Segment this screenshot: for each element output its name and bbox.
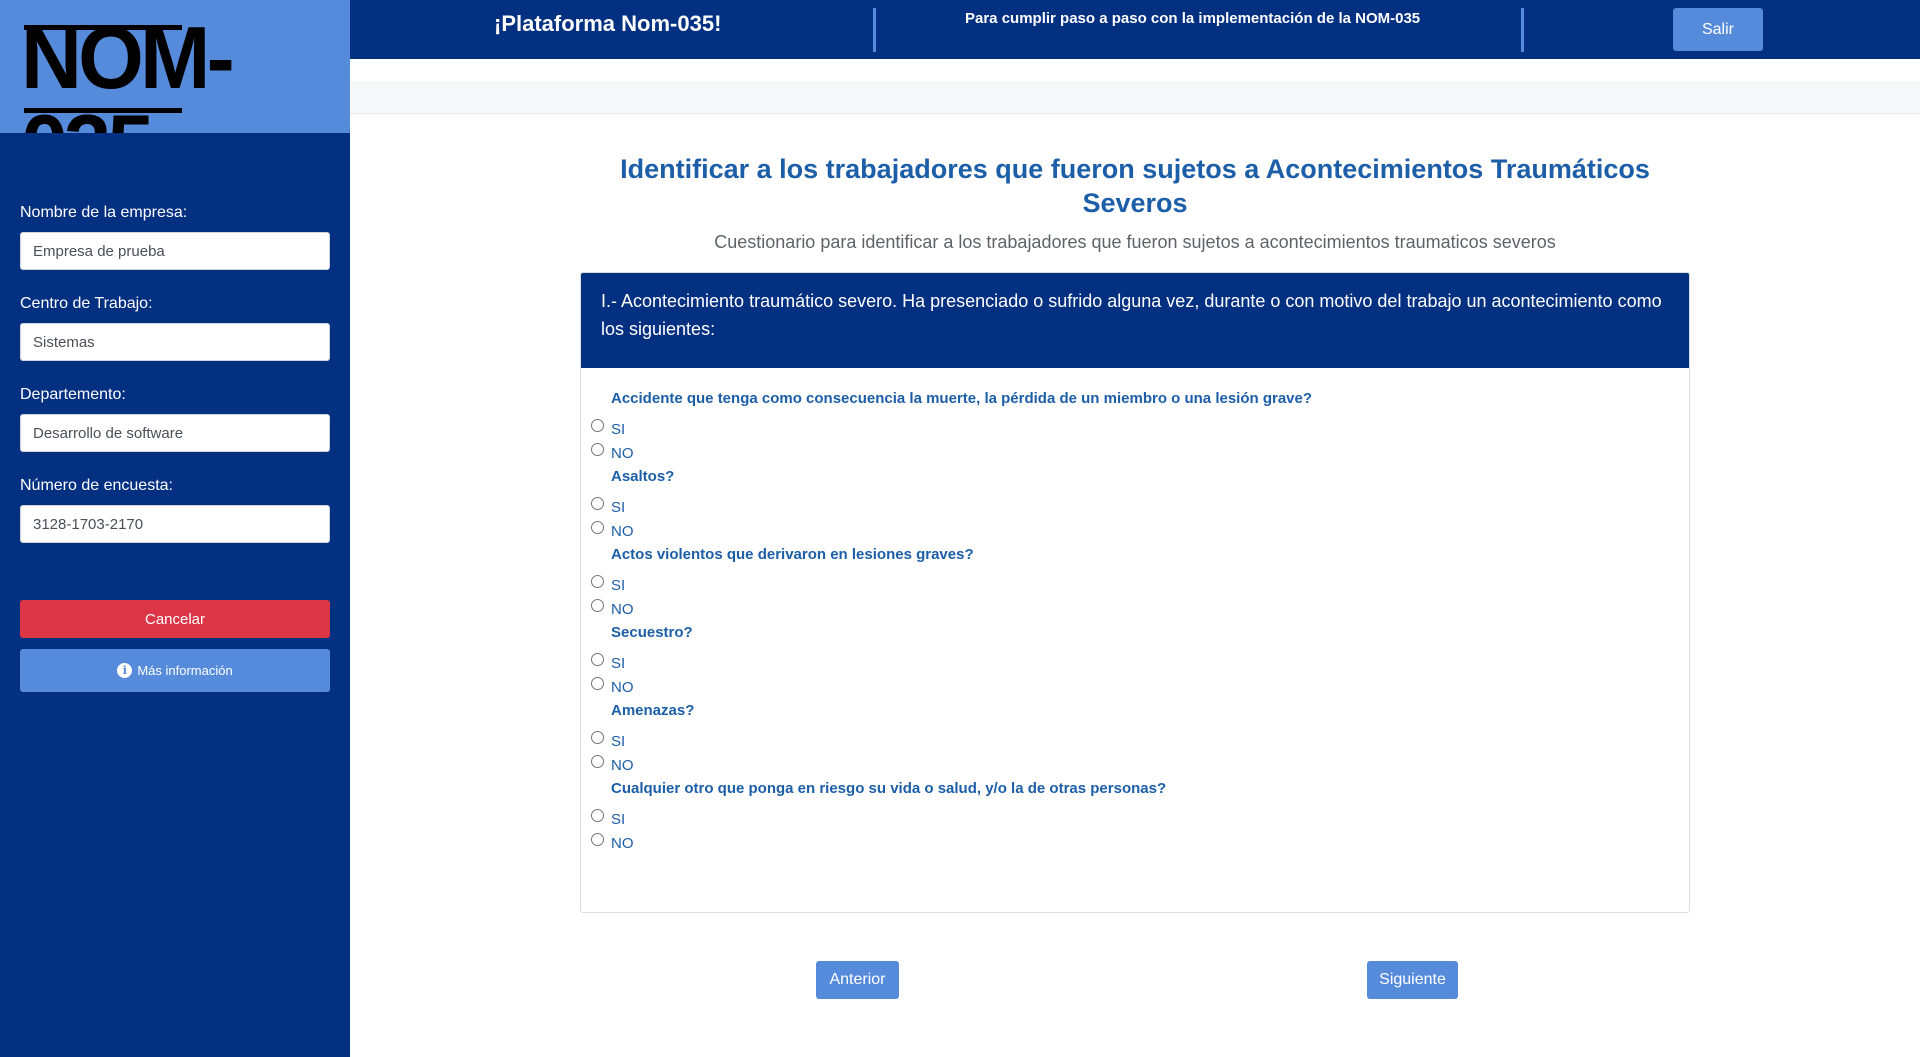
logout-button[interactable]: Salir [1673,8,1763,51]
radio-button[interactable] [591,598,604,612]
radio-button[interactable] [591,496,604,510]
option-no[interactable]: NO [591,830,1689,854]
info-circle-icon: i [117,663,133,678]
option-label: NO [611,679,634,696]
option-label: SI [611,655,626,672]
previous-button[interactable]: Anterior [816,961,899,999]
option-si[interactable]: SI [591,416,1689,440]
top-navbar: ¡Plataforma Nom-035! Para cumplir paso a… [350,0,1920,59]
more-info-label: Más información [137,663,233,678]
question-item: Amenazas? SI NO [591,698,1689,776]
option-label: NO [611,757,634,774]
logo: NOM-035 [0,0,350,133]
option-si[interactable]: SI [591,650,1689,674]
option-si[interactable]: SI [591,728,1689,752]
radio-button[interactable] [591,652,604,666]
next-button[interactable]: Siguiente [1367,961,1458,999]
sub-toolbar [350,81,1920,114]
question-list: Accidente que tenga como consecuencia la… [581,368,1689,854]
option-label: NO [611,601,634,618]
company-name-label: Nombre de la empresa: [20,204,188,221]
sidebar: NOM-035 Nombre de la empresa: Centro de … [0,0,350,1057]
option-label: SI [611,577,626,594]
option-si[interactable]: SI [591,494,1689,518]
radio-button[interactable] [591,676,604,690]
question-item: Secuestro? SI NO [591,620,1689,698]
radio-button[interactable] [591,442,604,456]
header-divider [1521,8,1524,52]
option-no[interactable]: NO [591,596,1689,620]
radio-button[interactable] [591,520,604,534]
more-info-button[interactable]: i Más información [20,649,330,692]
company-info-form: Nombre de la empresa: Centro de Trabajo:… [20,203,330,567]
header-tagline: Para cumplir paso a paso con la implemen… [965,10,1421,27]
radio-button[interactable] [591,808,604,822]
radio-button[interactable] [591,730,604,744]
work-center-input[interactable] [20,323,330,361]
option-label: SI [611,811,626,828]
radio-button[interactable] [591,754,604,768]
company-name-input[interactable] [20,232,330,270]
radio-button[interactable] [591,418,604,432]
option-label: NO [611,445,634,462]
option-label: SI [611,733,626,750]
header-divider [873,8,876,52]
questionnaire-card: I.- Acontecimiento traumático severo. Ha… [580,272,1690,913]
option-label: SI [611,421,626,438]
cancel-button[interactable]: Cancelar [20,600,330,638]
option-si[interactable]: SI [591,806,1689,830]
question-text: Accidente que tenga como consecuencia la… [611,390,1313,407]
option-no[interactable]: NO [591,440,1689,464]
survey-number-label: Número de encuesta: [20,477,173,494]
option-no[interactable]: NO [591,674,1689,698]
question-text: Cualquier otro que ponga en riesgo su vi… [611,780,1167,797]
work-center-label: Centro de Trabajo: [20,295,153,312]
question-text: Asaltos? [611,468,675,485]
question-item: Cualquier otro que ponga en riesgo su vi… [591,776,1689,854]
option-label: NO [611,835,634,852]
question-item: Accidente que tenga como consecuencia la… [591,386,1689,464]
question-item: Asaltos? SI NO [591,464,1689,542]
department-label: Departemento: [20,386,126,403]
survey-number-input[interactable] [20,505,330,543]
question-text: Secuestro? [611,624,693,641]
option-no[interactable]: NO [591,518,1689,542]
page-title: Identificar a los trabajadores que fuero… [620,154,1650,218]
logo-text: NOM-035 [21,8,235,134]
radio-button[interactable] [591,574,604,588]
option-label: NO [611,523,634,540]
logo-bar-bottom [24,108,182,113]
option-si[interactable]: SI [591,572,1689,596]
question-text: Actos violentos que derivaron en lesione… [611,546,974,563]
section-heading: I.- Acontecimiento traumático severo. Ha… [581,273,1689,368]
department-input[interactable] [20,414,330,452]
option-no[interactable]: NO [591,752,1689,776]
option-label: SI [611,499,626,516]
page-subtitle: Cuestionario para identificar a los trab… [714,232,1556,252]
question-text: Amenazas? [611,702,695,719]
radio-button[interactable] [591,832,604,846]
brand-title: ¡Plataforma Nom-035! [494,11,722,36]
question-item: Actos violentos que derivaron en lesione… [591,542,1689,620]
